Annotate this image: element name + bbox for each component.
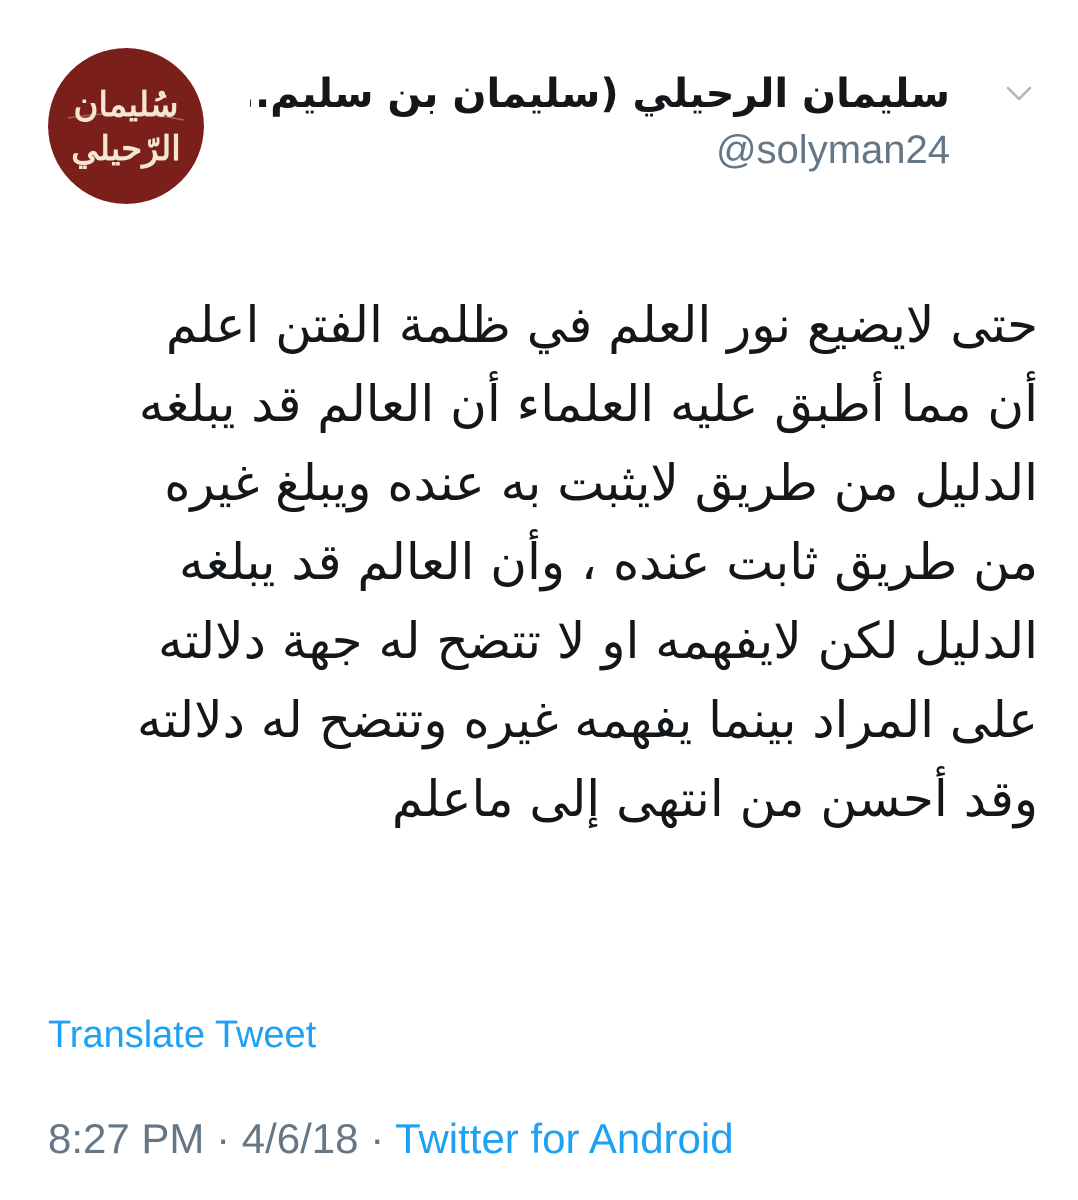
author-handle[interactable]: @solyman24 [250, 124, 950, 176]
author-info[interactable]: سليمان الرحيلي (سليمان بن سليم... @solym… [250, 70, 950, 176]
author-display-name[interactable]: سليمان الرحيلي (سليمان بن سليم... [250, 70, 950, 118]
meta-separator: · [204, 1115, 242, 1162]
tweet-text-line: حتى لايضيع نور العلم في ظلمة الفتن اعلم [165, 296, 1038, 354]
tweet-date[interactable]: 4/6/18 [242, 1115, 359, 1162]
tweet-header: سُليمان الرّحيلي سليمان الرحيلي (سليمان … [0, 48, 1078, 208]
avatar-text-line2: الرّحيلي [71, 129, 180, 169]
tweet-source-link[interactable]: Twitter for Android [395, 1115, 733, 1162]
avatar-text-line1: سُليمان [74, 85, 179, 125]
tweet-text-line: الدليل من طريق لايثبت به عنده ويبلغ غيره [164, 454, 1038, 512]
chevron-down-icon[interactable] [1002, 76, 1036, 110]
tweet-meta: 8:27 PM · 4/6/18 · Twitter for Android [48, 1112, 734, 1166]
tweet-text-line: من طريق ثابت عنده ، وأن العالم قد يبلغه [178, 533, 1038, 591]
tweet-time[interactable]: 8:27 PM [48, 1115, 204, 1162]
tweet-text-line: أن مما أطبق عليه العلماء أن العالم قد يب… [138, 375, 1038, 433]
tweet-text-line: وقد أحسن من انتهى إلى ماعلم [391, 770, 1038, 828]
translate-tweet-link[interactable]: Translate Tweet [48, 1010, 316, 1060]
tweet-text-line: على المراد بينما يفهمه غيره وتتضح له دلا… [136, 691, 1038, 749]
tweet-text: حتى لايضيع نور العلم في ظلمة الفتن اعلم … [40, 286, 1038, 839]
tweet-text-line: الدليل لكن لايفهمه او لا تتضح له جهة دلا… [157, 612, 1038, 670]
meta-separator: · [358, 1115, 396, 1162]
avatar[interactable]: سُليمان الرّحيلي [48, 48, 204, 204]
